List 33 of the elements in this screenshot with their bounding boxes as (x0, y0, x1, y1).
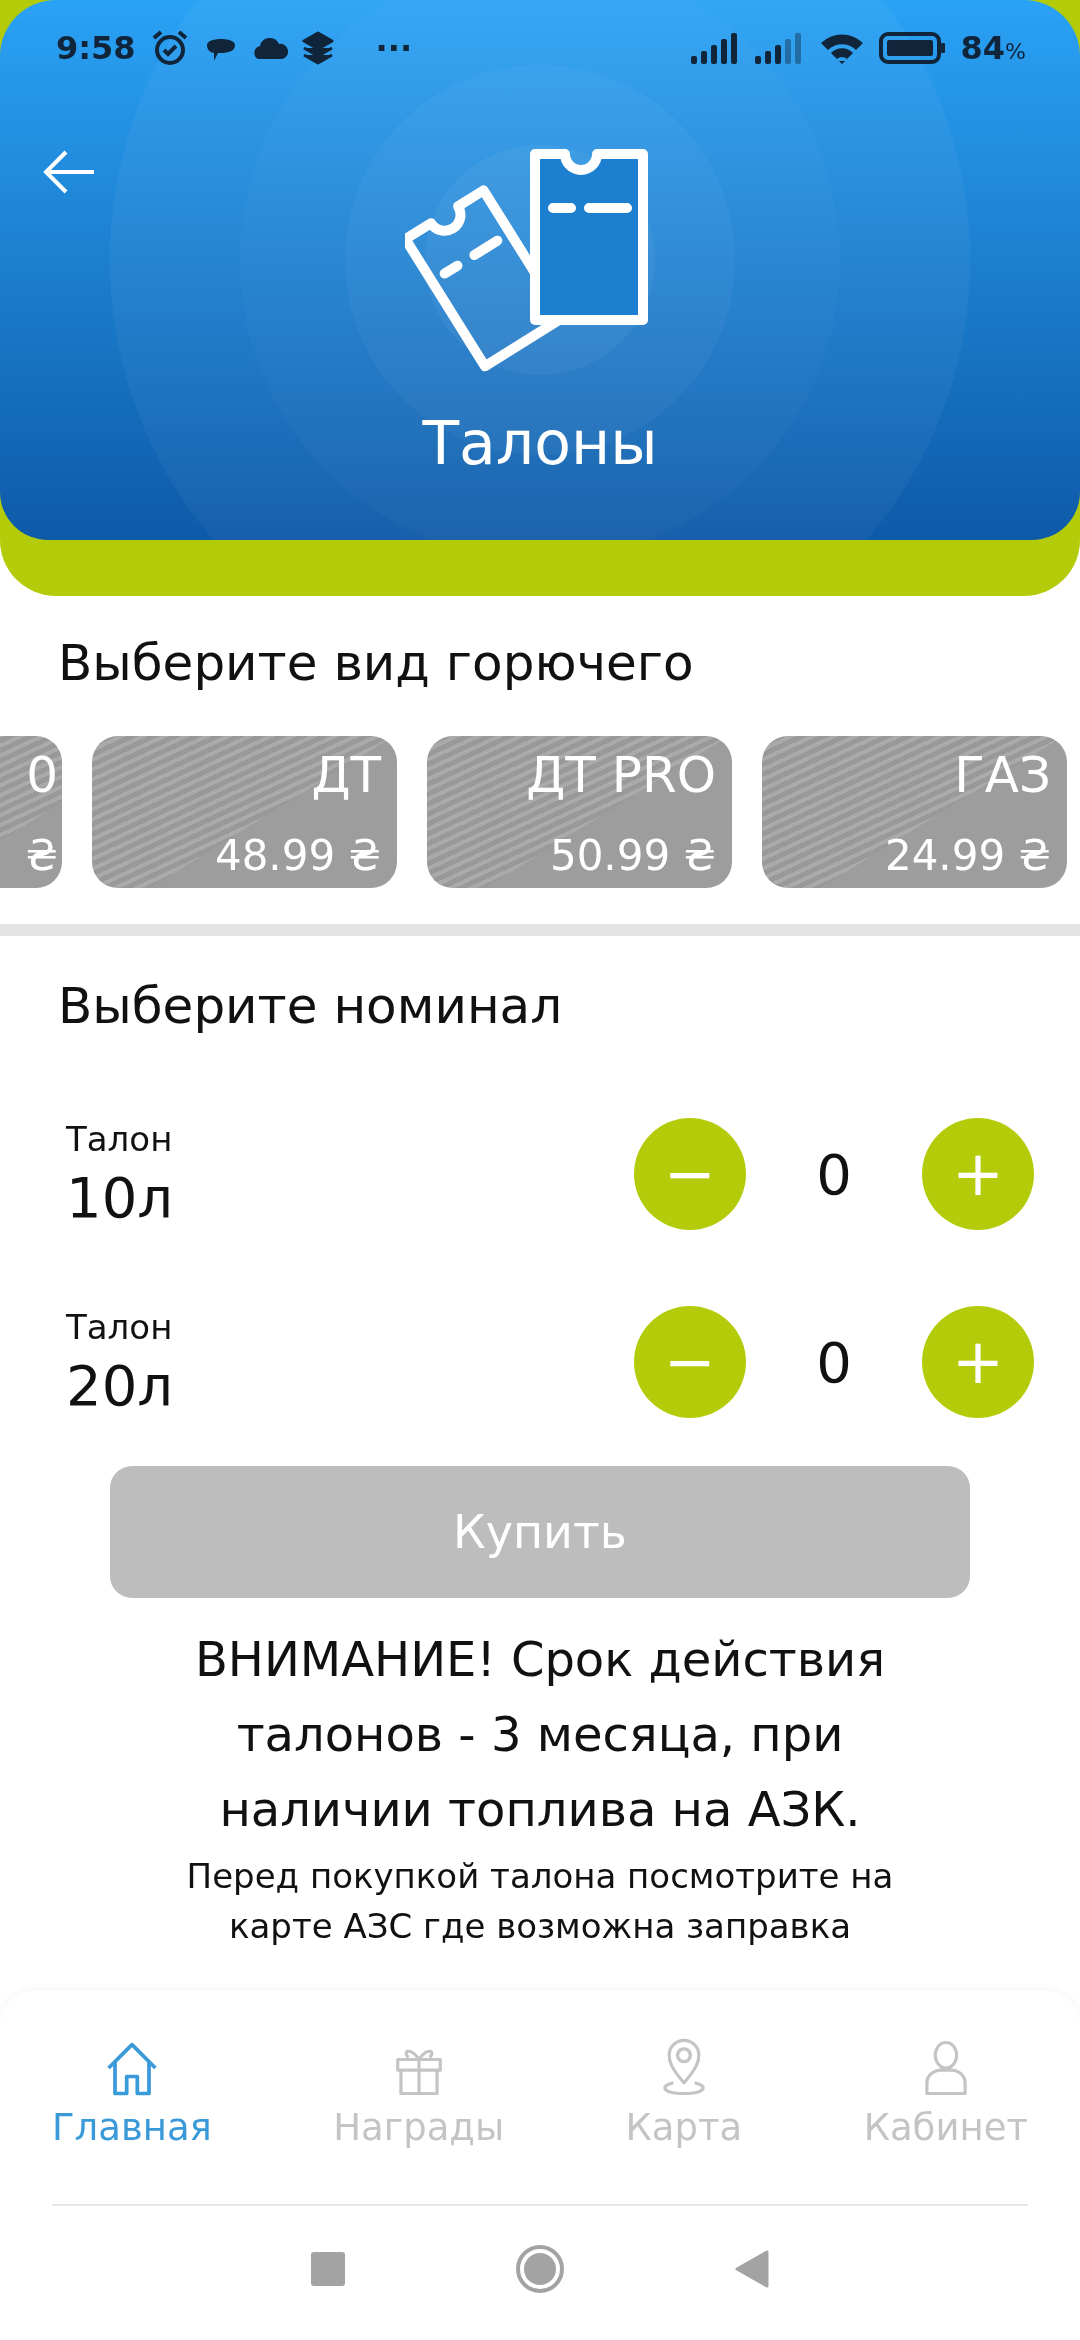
more-notifications: ··· (375, 29, 413, 67)
recent-apps-icon[interactable] (311, 2251, 345, 2286)
cloud-icon (251, 35, 288, 61)
status-time: 9:58 (56, 29, 136, 67)
fuel-card[interactable]: ГАЗ 24.99 ₴ (762, 736, 1067, 888)
nav-tab[interactable]: Карта (625, 2034, 743, 2204)
section-title: Выберите вид горючего (57, 633, 695, 694)
hint-text: Перед покупкой талона посмотрите на карте АЗС где возможна заправка (185, 1855, 895, 1948)
fuel-card[interactable]: ДТ 48.99 ₴ (92, 736, 397, 888)
decrease-button[interactable]: − (634, 1118, 746, 1230)
percent-sign: % (1005, 39, 1026, 64)
increase-button[interactable]: + (922, 1306, 1034, 1418)
nav-tab[interactable]: Награды (333, 2034, 505, 2204)
battery-level: 84 (960, 29, 1006, 67)
warning-text: ВНИМАНИЕ! Срок действия талонов - 3 месяца, при наличии топлива на АЗК. (193, 1630, 887, 1839)
back-icon[interactable] (735, 2249, 769, 2288)
nav-tab[interactable]: Главная (52, 2034, 212, 2204)
quantity-value: 0 (815, 1329, 853, 1395)
ticket-volume: 20л (66, 1352, 175, 1418)
home-button-icon[interactable] (515, 2243, 565, 2294)
section-title: Выберите номинал (57, 976, 564, 1037)
fuel-card[interactable]: 0 ₴ (0, 736, 62, 888)
fuel-card[interactable]: ДТ PRO 50.99 ₴ (427, 736, 732, 888)
decrease-button[interactable]: − (634, 1306, 746, 1418)
nav-tab[interactable]: Кабинет (863, 2034, 1028, 2204)
ticket-label: Талон (66, 1118, 174, 1159)
ticket-volume: 10л (66, 1164, 175, 1230)
quantity-value: 0 (815, 1141, 853, 1207)
increase-button[interactable]: + (922, 1118, 1034, 1230)
page-title: Талоны (422, 408, 658, 478)
ticket-label: Талон (66, 1306, 174, 1347)
layers-icon (301, 31, 334, 65)
battery-icon (878, 32, 947, 64)
